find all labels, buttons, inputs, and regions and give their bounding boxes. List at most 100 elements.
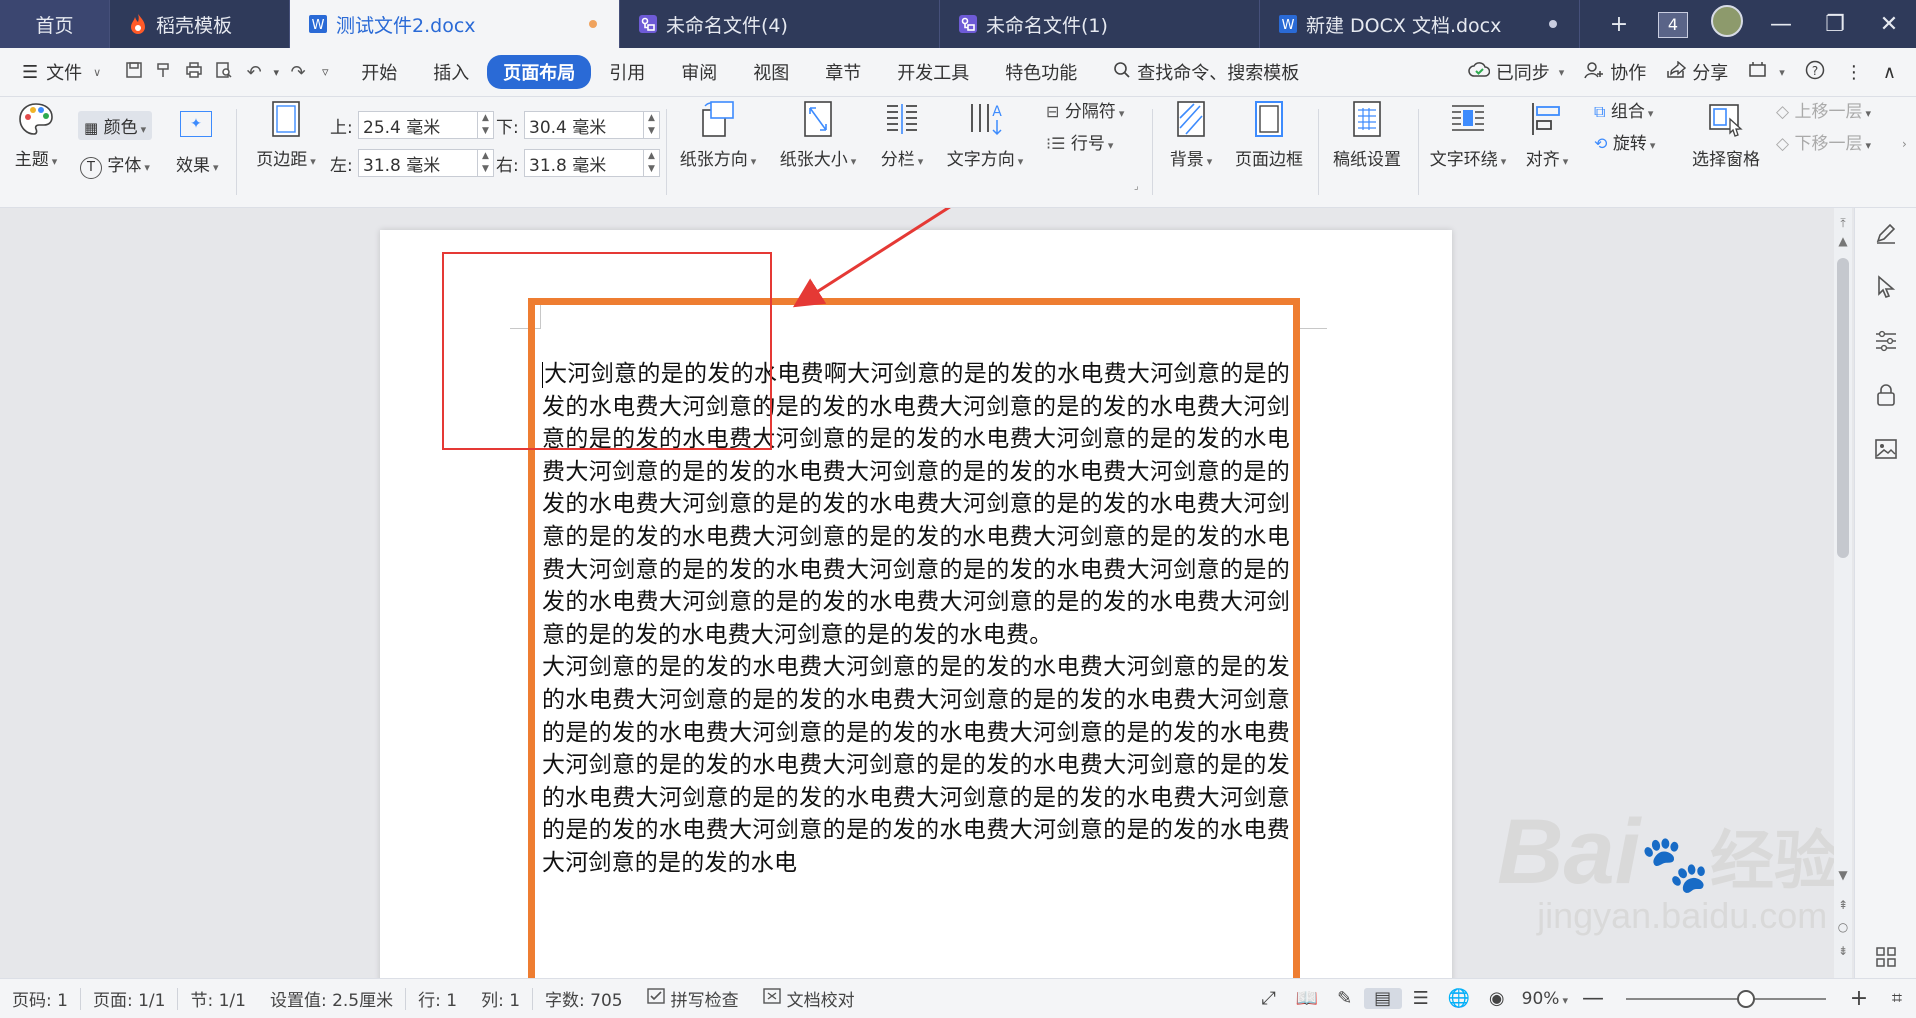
status-column[interactable]: 列: 1 [469,986,532,1011]
columns-button[interactable]: 分栏 ▾ [866,97,938,170]
text-wrap-button[interactable]: 文字环绕 ▾ [1422,97,1514,170]
tab-untitled-1[interactable]: 未命名文件(1) [940,0,1260,48]
zoom-slider[interactable] [1626,989,1826,1008]
page-view-icon[interactable]: ▤ [1363,988,1402,1009]
margin-right-input[interactable]: 31.8 毫米 [524,149,644,177]
cursor-select-icon[interactable] [1871,272,1901,302]
file-menu[interactable]: ☰ 文件 ∨ [0,59,119,85]
vertical-scrollbar[interactable]: ⤒ ▲ ▼ ⇞ ○ ⇟ [1834,208,1852,978]
fit-window-icon[interactable]: ⌗ [1878,988,1916,1009]
more-tools-button[interactable]: ▾ [1738,61,1795,84]
bring-forward-button[interactable]: ◇ 上移一层 ▾ [1776,97,1871,122]
collaborate-button[interactable]: 协作 [1574,59,1656,85]
scroll-down-icon[interactable]: ▼ [1834,868,1852,882]
status-word-count[interactable]: 字数: 705 [533,986,635,1011]
menu-review[interactable]: 审阅 [663,59,735,85]
margin-right-spinner[interactable]: ▲ ▼ [644,149,660,177]
ribbon-scroll-right-icon[interactable]: › [1902,137,1907,151]
zoom-out-button[interactable]: — [1574,986,1612,1011]
status-page-number[interactable]: 页码: 1 [0,986,80,1011]
scroll-up-icon[interactable]: ▲ [1834,234,1852,248]
scrollbar-thumb[interactable] [1837,258,1849,558]
command-search[interactable]: 查找命令、搜索模板 [1095,59,1317,85]
reading-mode-icon[interactable]: 📖 [1288,988,1326,1009]
web-view-icon[interactable]: 🌐 [1440,988,1478,1009]
breaks-button[interactable]: ⊟ 分隔符 ▾ [1046,97,1124,122]
text-direction-button[interactable]: A 文字方向 ▾ [940,97,1030,170]
save-icon[interactable] [119,61,149,84]
print-preview-icon[interactable] [209,61,239,84]
collapse-ribbon-button[interactable]: ∧ [1873,62,1906,83]
margin-left-input[interactable]: 31.8 毫米 [358,149,478,177]
margin-top-spinner[interactable]: ▲ ▼ [478,111,494,139]
margin-top-input[interactable]: 25.4 毫米 [358,111,478,139]
margins-button[interactable]: 页边距 ▾ [244,97,328,170]
margin-bottom-spinner[interactable]: ▲ ▼ [644,111,660,139]
status-pages[interactable]: 页面: 1/1 [81,986,178,1011]
status-section[interactable]: 节: 1/1 [178,986,258,1011]
spell-check-button[interactable]: 拼写检查 [635,986,751,1011]
customize-toolbar-icon[interactable]: ▿ [313,65,337,80]
eye-protection-icon[interactable]: ◉ [1478,988,1516,1009]
page-setup-dialog-launcher[interactable]: ⌟ [1134,181,1139,192]
prev-page-icon[interactable]: ⇞ [1834,898,1852,912]
page-border-button[interactable]: 页面边框 [1226,97,1312,170]
line-numbers-button[interactable]: ⁝☰ 行号 ▾ [1046,129,1113,154]
margin-left-spinner[interactable]: ▲ ▼ [478,149,494,177]
tab-untitled-4[interactable]: 未命名文件(4) [620,0,940,48]
settings-sliders-icon[interactable] [1871,326,1901,356]
align-button[interactable]: 对齐 ▾ [1514,97,1580,170]
menu-view[interactable]: 视图 [735,59,807,85]
manuscript-settings-button[interactable]: 稿纸设置 [1322,97,1412,170]
more-menu-button[interactable]: ⋮ [1835,62,1873,83]
lock-icon[interactable] [1871,380,1901,410]
status-row[interactable]: 行: 1 [406,986,469,1011]
status-setting[interactable]: 设置值: 2.5厘米 [258,986,405,1011]
zoom-level[interactable]: 90% ▾ [1516,989,1574,1009]
redo-icon[interactable]: ↷ [283,62,313,83]
background-button[interactable]: 背景 ▾ [1156,97,1226,170]
tab-new-docx[interactable]: W 新建 DOCX 文档.docx [1260,0,1580,48]
send-backward-button[interactable]: ◇ 下移一层 ▾ [1776,129,1871,154]
selection-pane-button[interactable]: 选择窗格 [1684,97,1768,170]
grid-apps-icon[interactable] [1871,942,1901,972]
tab-test-file-2[interactable]: W 测试文件2.docx [290,0,620,48]
write-mode-icon[interactable]: ✎ [1326,988,1364,1009]
color-button[interactable]: ▦ 颜色 ▾ [78,111,153,140]
zoom-slider-knob[interactable] [1737,989,1755,1008]
group-button[interactable]: ⧉ 组合 ▾ [1594,97,1653,122]
effect-button[interactable]: 效果 ▾ [176,151,219,176]
close-window-button[interactable]: ✕ [1862,12,1916,37]
menu-start[interactable]: 开始 [343,59,415,85]
orientation-button[interactable]: 纸张方向 ▾ [670,97,766,170]
fullscreen-icon[interactable]: ⤢ [1250,988,1288,1009]
menu-insert[interactable]: 插入 [415,59,487,85]
restore-button[interactable]: ❐ [1808,12,1862,37]
menu-references[interactable]: 引用 [591,59,663,85]
menu-special-features[interactable]: 特色功能 [987,59,1095,85]
tab-docer-templates[interactable]: 稻壳模板 [110,0,290,48]
rotate-button[interactable]: ⟲ 旋转 ▾ [1594,129,1655,154]
scroll-top-icon[interactable]: ⤒ [1834,216,1852,231]
new-tab-button[interactable]: + [1592,12,1646,37]
theme-button[interactable]: 主题 ▾ [0,97,72,170]
outline-view-icon[interactable]: ☰ [1402,988,1440,1009]
chevron-down-icon[interactable]: ▾ [269,66,283,79]
sync-status-button[interactable]: 已同步 ▾ [1458,59,1575,85]
share-button[interactable]: 分享 [1656,59,1738,85]
effect-preview[interactable]: ✦ [180,111,212,137]
undo-icon[interactable]: ↶ [239,62,269,83]
format-painter-icon[interactable] [149,61,179,84]
user-avatar[interactable] [1700,5,1754,43]
menu-chapter[interactable]: 章节 [807,59,879,85]
menu-developer[interactable]: 开发工具 [879,59,987,85]
image-icon[interactable] [1871,434,1901,464]
menu-page-layout[interactable]: 页面布局 [487,55,592,89]
tab-count-button[interactable]: 4 [1646,11,1700,38]
paper-size-button[interactable]: 纸张大小 ▾ [770,97,866,170]
doc-proofread-button[interactable]: 文档校对 [751,986,867,1011]
margin-bottom-input[interactable]: 30.4 毫米 [524,111,644,139]
tab-home[interactable]: 首页 [0,0,110,48]
zoom-in-button[interactable]: + [1840,986,1878,1011]
font-button[interactable]: T 字体 ▾ [80,151,150,179]
